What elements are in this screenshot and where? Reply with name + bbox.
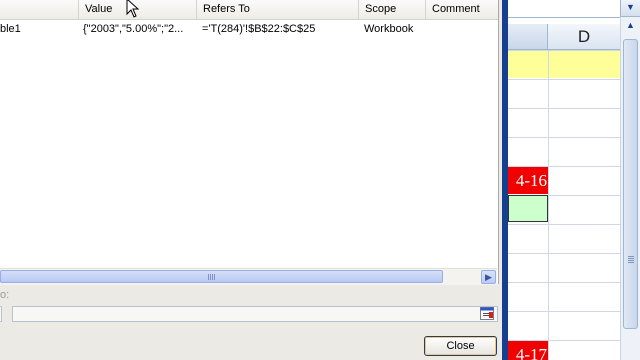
vertical-scrollbar[interactable]: ▲ — [620, 17, 640, 360]
row-comment — [432, 22, 494, 36]
list-header: Value Refers To Scope Comment — [0, 0, 498, 20]
refers-to-label: o: — [0, 289, 10, 301]
refers-to-input[interactable] — [12, 306, 498, 322]
highlighted-row[interactable] — [508, 51, 620, 78]
column-header-comment[interactable]: Comment — [426, 0, 498, 19]
green-cell[interactable] — [508, 195, 548, 222]
scroll-right-arrow-icon[interactable]: ▶ — [481, 270, 496, 284]
column-header-refers-to[interactable]: Refers To — [197, 0, 359, 19]
formula-expand-icon[interactable]: ▼ — [620, 0, 640, 17]
row-refers-to: ='T(284)'!$B$22:$C$25 — [202, 23, 316, 35]
row-scope: Workbook — [364, 23, 414, 35]
scroll-up-arrow-icon[interactable]: ▲ — [621, 17, 640, 34]
column-header-scope[interactable]: Scope — [359, 0, 426, 19]
horizontal-scrollbar[interactable]: ▶ — [0, 268, 497, 285]
horizontal-scroll-thumb[interactable] — [0, 270, 443, 283]
close-button[interactable]: Close — [424, 336, 497, 356]
row-value: {"2003","5.00%";"2... — [83, 23, 184, 35]
column-header-name[interactable] — [0, 0, 79, 19]
cell-grid[interactable]: 4-16 4-17 — [508, 50, 620, 360]
column-d-header[interactable]: D — [548, 24, 620, 49]
column-c-header[interactable] — [508, 24, 548, 49]
collapse-dialog-icon[interactable] — [480, 307, 494, 320]
mouse-cursor-icon — [126, 0, 140, 21]
column-header-row: D — [508, 24, 620, 50]
red-cell[interactable]: 4-17 — [508, 341, 548, 360]
red-cell[interactable]: 4-16 — [508, 167, 548, 194]
name-manager-dialog: Value Refers To Scope Comment ble1 {"200… — [0, 0, 502, 360]
formula-bar[interactable] — [508, 0, 620, 18]
refers-to-cancel-button[interactable] — [0, 306, 2, 322]
names-list[interactable]: Value Refers To Scope Comment ble1 {"200… — [0, 0, 499, 285]
vertical-scroll-thumb[interactable] — [623, 39, 638, 329]
row-name: ble1 — [0, 23, 21, 35]
